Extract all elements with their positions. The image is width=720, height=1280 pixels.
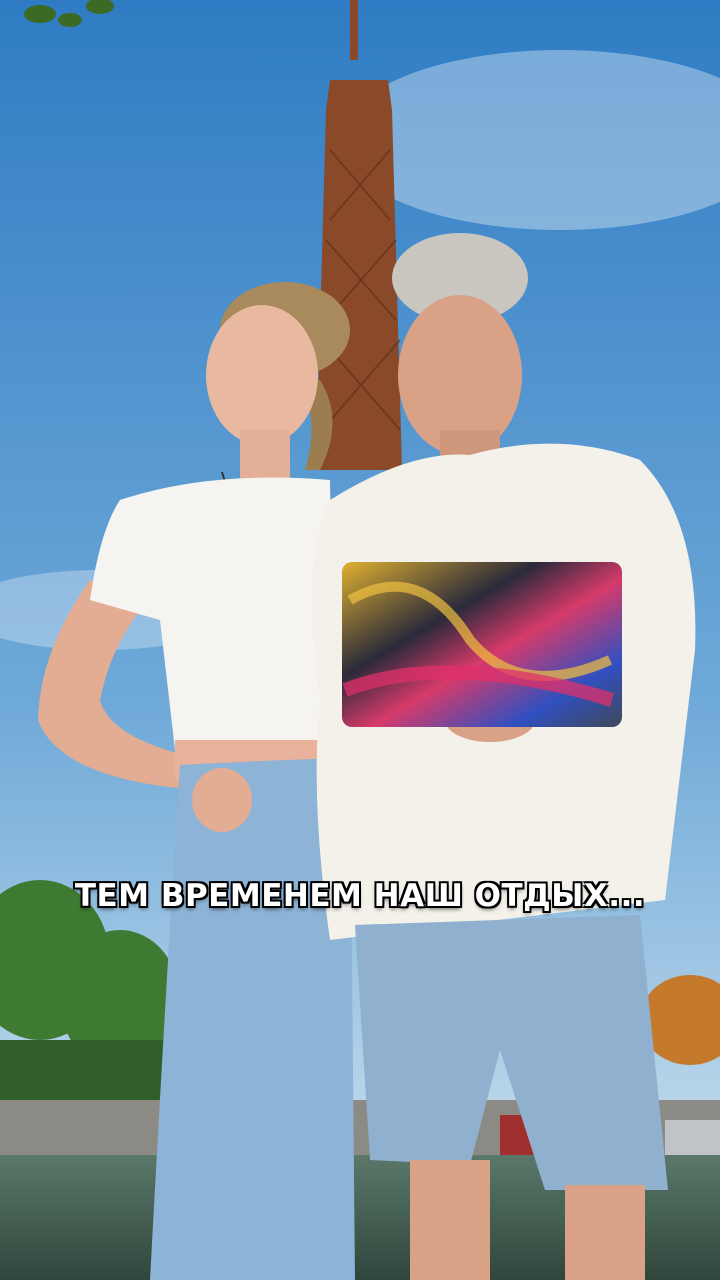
boat [665, 1120, 720, 1160]
laptop-icon [342, 562, 622, 727]
caption-text: ТЕМ ВРЕМЕНЕМ НАШ ОТДЫХ... [74, 878, 646, 914]
background-scene [0, 0, 720, 1280]
